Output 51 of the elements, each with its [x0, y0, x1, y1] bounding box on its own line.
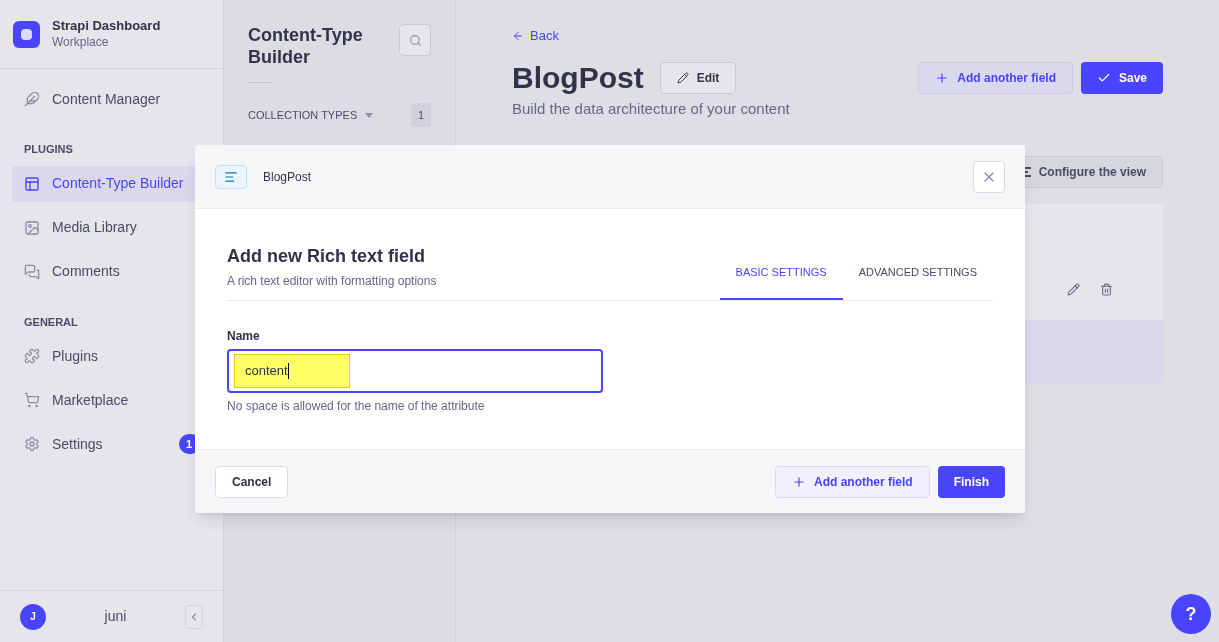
cart-icon: [24, 392, 40, 408]
add-field-button[interactable]: Add another field: [775, 465, 930, 498]
image-icon: [24, 219, 40, 236]
user-name: juni: [103, 607, 128, 626]
settings-icon: [24, 436, 40, 452]
user-avatar[interactable]: J: [20, 603, 46, 630]
nav-item[interactable]: Marketplace: [12, 382, 211, 418]
collapse-button[interactable]: [185, 604, 203, 629]
feather-icon: [24, 91, 40, 107]
brand-subtitle: Workplace: [52, 34, 110, 50]
finish-button[interactable]: Finish: [937, 465, 1005, 498]
field-label: Name: [227, 328, 261, 345]
logo-icon: [13, 20, 40, 48]
nav-item[interactable]: Plugins: [12, 338, 211, 374]
modal-description: A rich text editor with formatting options: [227, 273, 437, 290]
edit-button[interactable]: Edit: [659, 61, 737, 94]
collection-types-toggle[interactable]: COLLECTION TYPES: [248, 106, 374, 124]
chat-icon: [24, 263, 40, 280]
pencil-icon: [676, 71, 689, 84]
search-icon: [408, 33, 422, 47]
settings-tab[interactable]: BASIC SETTINGS: [719, 263, 843, 300]
close-button[interactable]: [973, 160, 1005, 193]
save-button[interactable]: Save: [1080, 61, 1163, 94]
layout-icon: [24, 175, 40, 192]
field-hint: No space is allowed for the name of the attribute: [227, 398, 486, 415]
pencil-icon[interactable]: [1067, 283, 1080, 296]
section-heading: PLUGINS: [23, 142, 74, 157]
nav-item[interactable]: Media Library: [12, 209, 211, 246]
page-subtitle: Build the data architecture of your content: [512, 98, 791, 119]
plus-icon: [792, 474, 806, 489]
breadcrumb: BlogPost: [263, 168, 312, 186]
brand-title: Strapi Dashboard: [52, 18, 161, 35]
count-badge: 1: [411, 103, 431, 127]
add-field-button[interactable]: Add another field: [918, 61, 1073, 94]
arrow-left-icon: [512, 29, 524, 42]
plus-icon: [935, 70, 950, 85]
search-button[interactable]: [399, 24, 431, 56]
nav-item[interactable]: Content Manager: [12, 81, 211, 117]
nav-item[interactable]: Comments: [12, 253, 211, 290]
cancel-button[interactable]: Cancel: [215, 465, 289, 498]
puzzle-icon: [24, 348, 40, 364]
subnav-title: Content-Type Builder: [248, 24, 364, 68]
page-title: BlogPost: [512, 59, 644, 96]
richtext-icon: [215, 164, 247, 189]
modal-title: Add new Rich text field: [227, 245, 427, 268]
back-link[interactable]: Back: [512, 26, 1163, 46]
name-input-field[interactable]: content: [227, 349, 603, 393]
caret-icon: [365, 112, 374, 118]
section-heading: GENERAL: [23, 314, 79, 330]
trash-icon[interactable]: [1100, 283, 1113, 296]
settings-tab[interactable]: ADVANCED SETTINGS: [842, 263, 993, 300]
